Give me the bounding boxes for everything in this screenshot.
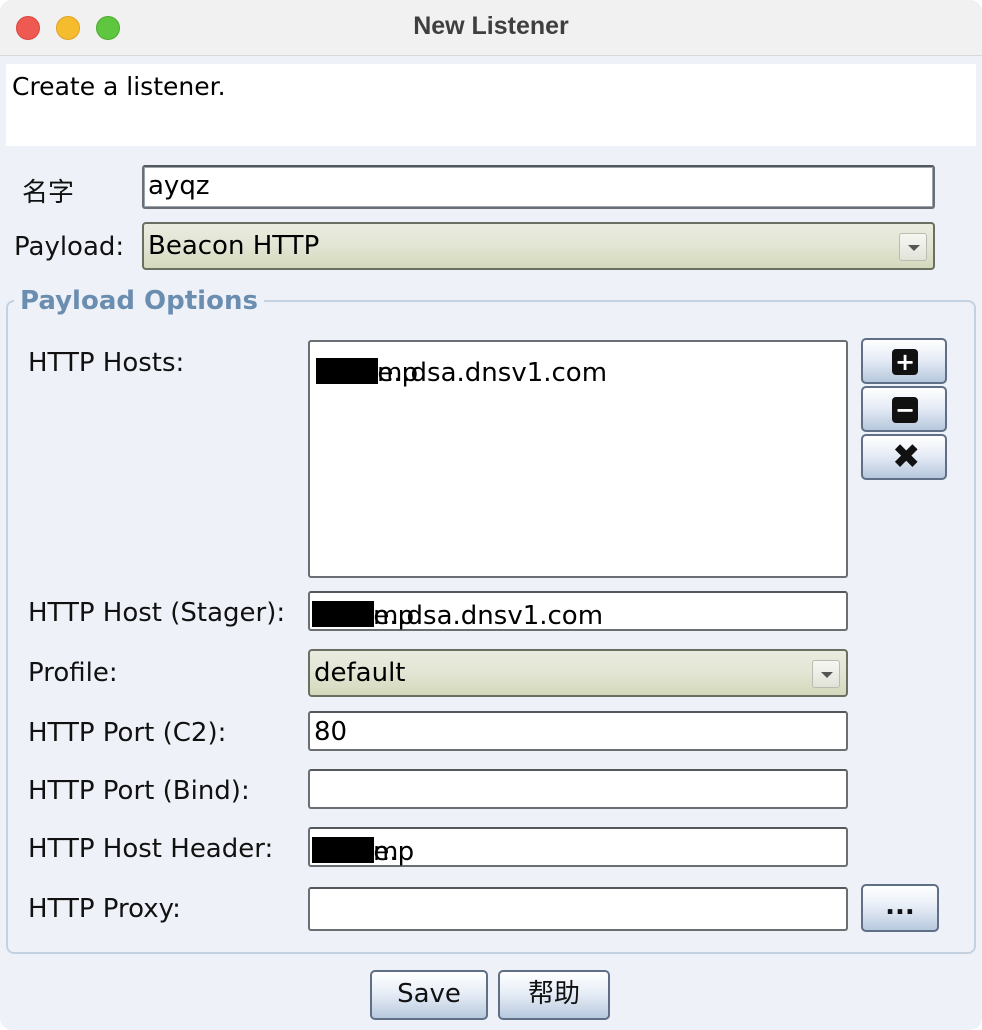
profile-select[interactable]: default	[308, 649, 848, 697]
proxy-field[interactable]	[308, 887, 848, 931]
name-field-value: ayqz	[148, 171, 210, 201]
profile-select-value: default	[314, 658, 406, 688]
help-button[interactable]: 帮助	[498, 970, 610, 1020]
payload-label: Payload:	[14, 232, 125, 262]
plus-icon: +	[892, 349, 918, 375]
window-title: New Listener	[413, 12, 569, 40]
chevron-down-icon[interactable]	[899, 233, 927, 261]
proxy-label: HTTP Proxy:	[28, 894, 181, 924]
name-label: 名字	[22, 178, 75, 208]
list-item-suffix: n.com.dsa.dnsv1.com	[322, 358, 608, 388]
stager-suffix: n.com.dsa.dnsv1.com	[318, 601, 604, 631]
port-bind-field[interactable]	[308, 769, 848, 809]
port-c2-field[interactable]: 80	[308, 711, 848, 751]
port-c2-label: HTTP Port (C2):	[28, 718, 227, 748]
payload-select-value: Beacon HTTP	[148, 231, 320, 261]
add-host-button[interactable]: +	[861, 338, 947, 384]
new-listener-dialog: New Listener Create a listener. 名字 ayqz …	[0, 0, 982, 1030]
clear-hosts-button[interactable]: ✖	[861, 434, 947, 480]
profile-label: Profile:	[28, 658, 118, 688]
description-panel: Create a listener.	[6, 64, 976, 146]
minus-icon: −	[892, 397, 918, 423]
chevron-down-icon[interactable]	[812, 660, 840, 688]
remove-host-button[interactable]: −	[861, 386, 947, 432]
title-bar: New Listener	[0, 0, 982, 56]
http-hosts-list[interactable]: office.pn.com.dsa.dnsv1.com	[308, 340, 848, 578]
payload-select[interactable]: Beacon HTTP	[142, 222, 935, 270]
http-hosts-label: HTTP Hosts:	[28, 348, 185, 378]
port-bind-label: HTTP Port (Bind):	[28, 776, 250, 806]
description-text: Create a listener.	[12, 72, 226, 101]
proxy-browse-button[interactable]: ...	[861, 884, 939, 932]
save-button[interactable]: Save	[370, 970, 488, 1020]
host-header-label: HTTP Host Header:	[28, 834, 274, 864]
port-c2-field-value: 80	[314, 717, 348, 747]
payload-options-title: Payload Options	[14, 286, 264, 316]
host-header-field[interactable]: office.pn.com	[308, 827, 848, 867]
stager-field[interactable]: office.pn.com.dsa.dnsv1.com	[308, 591, 848, 631]
stager-label: HTTP Host (Stager):	[28, 598, 286, 628]
host-header-suffix: n.com	[318, 837, 399, 867]
name-field[interactable]: ayqz	[142, 165, 935, 209]
close-icon: ✖	[892, 437, 921, 477]
